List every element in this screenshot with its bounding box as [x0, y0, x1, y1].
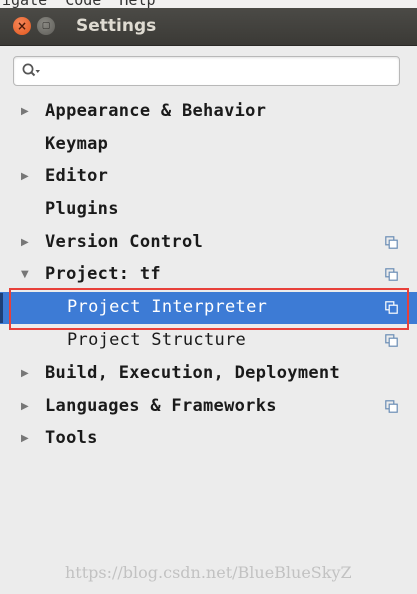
- tree-item-label: Project Structure: [67, 330, 247, 350]
- watermark: https://blog.csdn.net/BlueBlueSkyZ: [65, 563, 352, 582]
- tree-item-label: Languages & Frameworks: [45, 396, 277, 416]
- search-icon[interactable]: [21, 62, 41, 80]
- tree-item-label: Version Control: [45, 232, 204, 252]
- tree-item[interactable]: ▶ Editor: [0, 161, 417, 193]
- project-scope-icon: [385, 334, 398, 347]
- menu-bar: igate Code Help: [0, 0, 417, 8]
- close-icon: ×: [16, 19, 28, 33]
- window-title: Settings: [76, 16, 157, 36]
- expand-arrow-icon[interactable]: ▶: [21, 105, 33, 119]
- project-scope-icon: [385, 268, 398, 281]
- tree-item-label: Plugins: [45, 199, 119, 219]
- project-scope-icon: [385, 400, 398, 413]
- tree-item-label: Keymap: [45, 134, 109, 154]
- tree-item[interactable]: ▶ Appearance & Behavior: [0, 96, 417, 128]
- highlight-box: [9, 288, 409, 330]
- expand-arrow-icon[interactable]: ▶: [21, 170, 33, 184]
- tree-item-label: Tools: [45, 428, 98, 448]
- menu-bar-text: igate Code Help: [2, 0, 156, 8]
- search-input[interactable]: [46, 60, 395, 82]
- left-edge-marker: [0, 293, 3, 323]
- tree-item-label: Editor: [45, 166, 109, 186]
- close-button[interactable]: ×: [13, 17, 31, 35]
- expand-arrow-icon[interactable]: ▶: [21, 236, 33, 250]
- tree-item-label: Build, Execution, Deployment: [45, 363, 340, 383]
- collapse-arrow-icon[interactable]: ▼: [21, 268, 33, 282]
- tree-item[interactable]: ▼ Project: tf: [0, 259, 417, 291]
- minimize-button[interactable]: ▢: [37, 17, 55, 35]
- title-bar: × ▢ Settings: [0, 8, 417, 46]
- expand-arrow-icon[interactable]: ▶: [21, 400, 33, 414]
- expand-arrow-icon[interactable]: ▶: [21, 367, 33, 381]
- tree-item[interactable]: ▶ Languages & Frameworks: [0, 391, 417, 423]
- tree-item[interactable]: ▶ Version Control: [0, 227, 417, 259]
- tree-item-label: Project: tf: [45, 264, 161, 284]
- search-box[interactable]: [13, 56, 400, 86]
- expand-arrow-icon[interactable]: ▶: [21, 432, 33, 446]
- tree-item[interactable]: Keymap: [0, 129, 417, 161]
- tree-item[interactable]: Plugins: [0, 194, 417, 226]
- tree-item-label: Appearance & Behavior: [45, 101, 267, 121]
- project-scope-icon: [385, 236, 398, 249]
- tree-item[interactable]: ▶ Tools: [0, 423, 417, 455]
- minimize-icon: ▢: [41, 21, 51, 31]
- tree-item[interactable]: ▶ Build, Execution, Deployment: [0, 358, 417, 390]
